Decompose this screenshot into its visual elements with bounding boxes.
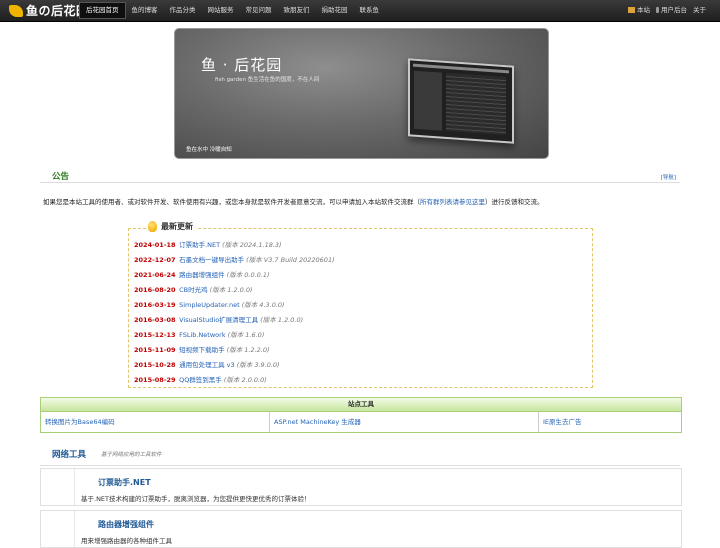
lightbulb-icon: [148, 221, 157, 232]
update-version: (版本 1.6.0): [227, 331, 265, 339]
site-link[interactable]: 本站: [628, 2, 650, 19]
tool-name-link[interactable]: 路由器增强组件: [98, 519, 154, 530]
nav-link[interactable]: [导航]: [661, 173, 676, 181]
nav-friends[interactable]: 致朋友们: [278, 2, 316, 19]
update-version: (版本 0.0.0.1): [226, 271, 270, 279]
tool-machinekey-link[interactable]: ASP.net MachineKey 生成器: [270, 412, 539, 432]
update-link[interactable]: FSLib.Network: [179, 331, 226, 339]
network-tools-title: 网络工具: [52, 450, 87, 460]
software-screenshot-image: [408, 58, 514, 144]
update-date: 2016-08-20: [134, 286, 176, 294]
update-item: 2015-08-29 QQ群签到黑手 (版本 2.0.0.0): [134, 373, 335, 388]
update-version: (版本 3.9.0.0): [236, 361, 280, 369]
update-item: 2016-08-20 CB时光鸡 (版本 1.2.0.0): [134, 283, 335, 298]
banner-subtitle: fish garden 鱼生活在鱼的国度，不在人间: [215, 77, 320, 83]
site-logo[interactable]: 鱼の后花园: [9, 2, 89, 19]
update-item: 2015-12-13 FSLib.Network (版本 1.6.0): [134, 328, 335, 343]
update-date: 2022-12-07: [134, 256, 176, 264]
update-version: (版本 2.0.0.0): [223, 376, 267, 384]
notice-title: 公告: [52, 172, 70, 182]
about-link[interactable]: 关于: [693, 2, 706, 19]
top-navbar: 鱼の后花园 后花园首页 鱼的博客 作品分类 网站服务 常见问题 致朋友们 捐助花…: [0, 0, 720, 22]
update-date: 2015-10-28: [134, 361, 176, 369]
update-item: 2016-03-19 SimpleUpdater.net (版本 4.3.0.0…: [134, 298, 335, 313]
update-version: (版本 2024.1.18.3): [222, 241, 282, 249]
fish-logo-icon: [9, 4, 23, 17]
tool-base64-link[interactable]: 转换图片为Base64编码: [41, 412, 270, 432]
update-date: 2021-06-24: [134, 271, 176, 279]
update-version: (版本 1.2.2.0): [226, 346, 270, 354]
network-tools-subtitle: 基于网络应用的工具软件: [101, 452, 162, 458]
banner-title: 鱼 · 后花园: [201, 56, 283, 74]
update-link[interactable]: 石墨文档一键导出助手: [179, 256, 244, 264]
update-version: (版本 4.3.0.0): [241, 301, 285, 309]
tool-name-link[interactable]: 订票助手.NET: [98, 477, 151, 488]
nav-donate[interactable]: 捐助花园: [316, 2, 354, 19]
update-item: 2015-11-09 短视频下载助手 (版本 1.2.2.0): [134, 343, 335, 358]
update-link[interactable]: 短视频下载助手: [179, 346, 225, 354]
update-link[interactable]: SimpleUpdater.net: [179, 301, 240, 309]
update-date: 2024-01-18: [134, 241, 176, 249]
notice-text: 如果您是本站工具的使用者、或对软件开发、软件使用有兴趣，或您本身就是软件开发者愿…: [43, 198, 544, 206]
update-date: 2015-12-13: [134, 331, 176, 339]
update-date: 2016-03-19: [134, 301, 176, 309]
network-tool-card: 订票助手.NET 基于.NET技术构建的订票助手，脱离浏览器，为您提供更快更优秀…: [40, 468, 682, 506]
site-tools-panel: 站点工具 转换图片为Base64编码 ASP.net MachineKey 生成…: [40, 397, 682, 433]
update-link[interactable]: 通用包处理工具 v3: [179, 361, 235, 369]
update-link[interactable]: VisualStudio扩展清理工具: [179, 316, 258, 324]
update-date: 2016-03-08: [134, 316, 176, 324]
update-item: 2022-12-07 石墨文档一键导出助手 (版本 V3.7 Build 202…: [134, 253, 335, 268]
updates-title: 最新更新: [161, 222, 193, 231]
group-list-link[interactable]: 所有群列表请参见这里: [420, 198, 485, 206]
update-item: 2024-01-18 订票助手.NET (版本 2024.1.18.3): [134, 238, 335, 253]
update-date: 2015-08-29: [134, 376, 176, 384]
user-center-link[interactable]: 用户后台: [656, 2, 687, 19]
hero-banner: 鱼 · 后花园 fish garden 鱼生活在鱼的国度，不在人间 鱼在水中 冷…: [174, 28, 549, 159]
update-link[interactable]: 订票助手.NET: [179, 241, 220, 249]
nav-services[interactable]: 网站服务: [202, 2, 240, 19]
update-item: 2021-06-24 路由器增强组件 (版本 0.0.0.1): [134, 268, 335, 283]
book-icon: [628, 7, 635, 13]
banner-footer: 鱼在水中 冷暖自知: [186, 147, 232, 153]
nav-contact[interactable]: 联系鱼: [354, 2, 386, 19]
update-item: 2015-10-28 通用包处理工具 v3 (版本 3.9.0.0): [134, 358, 335, 373]
update-version: (版本 V3.7 Build 20220601): [246, 256, 335, 264]
update-date: 2015-11-09: [134, 346, 176, 354]
update-link[interactable]: QQ群签到黑手: [179, 376, 222, 384]
updates-list: 2024-01-18 订票助手.NET (版本 2024.1.18.3) 202…: [134, 238, 335, 388]
site-tools-title: 站点工具: [41, 398, 681, 412]
update-item: 2016-03-08 VisualStudio扩展清理工具 (版本 1.2.0.…: [134, 313, 335, 328]
user-icon: [656, 7, 659, 13]
update-version: (版本 1.2.0.0): [209, 286, 253, 294]
top-right-links: 本站 用户后台 关于: [622, 2, 706, 19]
update-version: (版本 1.2.0.0): [260, 316, 304, 324]
update-link[interactable]: 路由器增强组件: [179, 271, 225, 279]
nav-faq[interactable]: 常见问题: [240, 2, 278, 19]
latest-updates-box: 最新更新 2024-01-18 订票助手.NET (版本 2024.1.18.3…: [128, 221, 593, 388]
update-link[interactable]: CB时光鸡: [179, 286, 208, 294]
nav-works[interactable]: 作品分类: [164, 2, 202, 19]
nav-home[interactable]: 后花园首页: [79, 2, 126, 19]
tool-description: 用来增强路由器的各种组件工具: [81, 537, 172, 545]
updates-header: 最新更新: [148, 221, 196, 232]
tool-description: 基于.NET技术构建的订票助手，脱离浏览器，为您提供更快更优秀的订票体验！: [81, 495, 311, 503]
main-nav: 后花园首页 鱼的博客 作品分类 网站服务 常见问题 致朋友们 捐助花园 联系鱼: [79, 2, 385, 19]
network-tools-header: 网络工具 基于网络应用的工具软件: [40, 445, 680, 466]
network-tool-card: 路由器增强组件 用来增强路由器的各种组件工具: [40, 510, 682, 548]
notice-header: 公告 [导航]: [40, 170, 680, 183]
nav-blog[interactable]: 鱼的博客: [126, 2, 164, 19]
tool-ie-adblock-link[interactable]: IE原生去广告: [539, 412, 679, 432]
site-tools-row: 转换图片为Base64编码 ASP.net MachineKey 生成器 IE原…: [41, 412, 681, 432]
